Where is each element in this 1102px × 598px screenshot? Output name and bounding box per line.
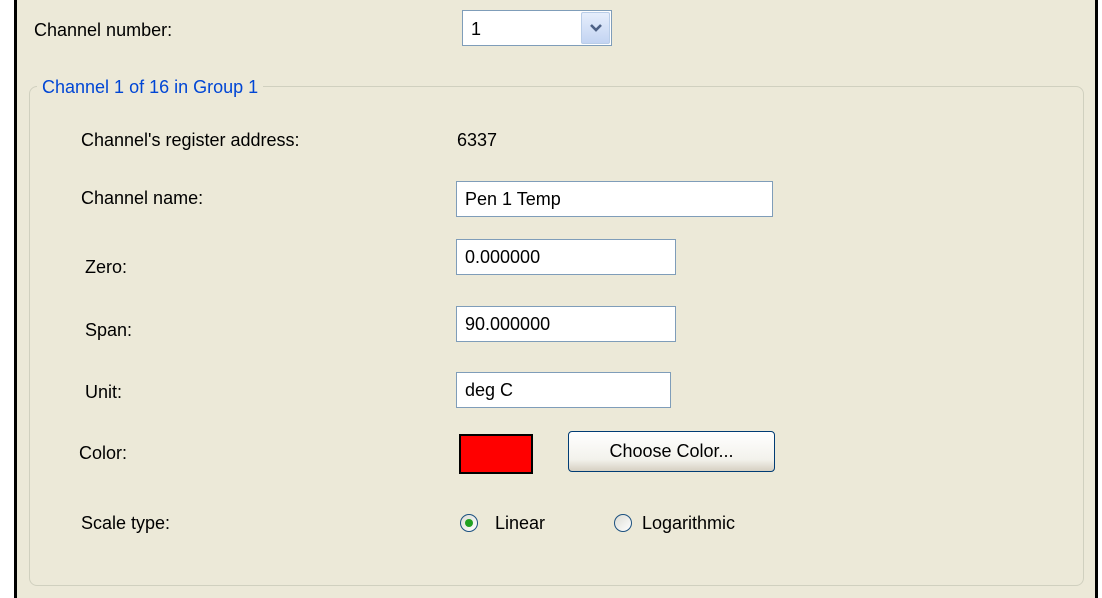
choose-color-button[interactable]: Choose Color... [568,431,775,472]
choose-color-button-label: Choose Color... [609,441,734,461]
channel-number-label: Channel number: [34,20,173,40]
span-field[interactable] [456,306,676,342]
channel-number-select[interactable]: 1 [462,10,612,46]
scale-linear-option[interactable]: Linear [457,506,577,536]
unit-field[interactable] [456,372,671,408]
zero-field[interactable] [456,239,676,275]
channel-number-value: 1 [471,19,482,39]
scale-type-label: Scale type: [81,513,171,533]
color-label: Color: [79,443,128,463]
group-title: Channel 1 of 16 in Group 1 [37,77,264,98]
scale-logarithmic-option[interactable]: Logarithmic [613,506,783,536]
zero-label: Zero: [85,257,128,277]
scale-logarithmic-label: Logarithmic [642,513,736,533]
channel-name-label: Channel name: [81,188,204,208]
unit-label: Unit: [85,382,123,402]
chevron-down-icon[interactable] [581,12,610,44]
scale-linear-label: Linear [495,513,546,533]
channel-settings-panel: Channel number: 1 Channel 1 of 16 in Gro… [14,0,1098,598]
channel-name-field[interactable] [456,181,773,217]
span-label: Span: [85,320,133,340]
register-address-label: Channel's register address: [81,130,300,150]
radio-button-icon[interactable] [460,514,478,532]
radio-button-icon[interactable] [614,514,632,532]
color-swatch [459,434,533,474]
register-address-value: 6337 [457,130,498,150]
